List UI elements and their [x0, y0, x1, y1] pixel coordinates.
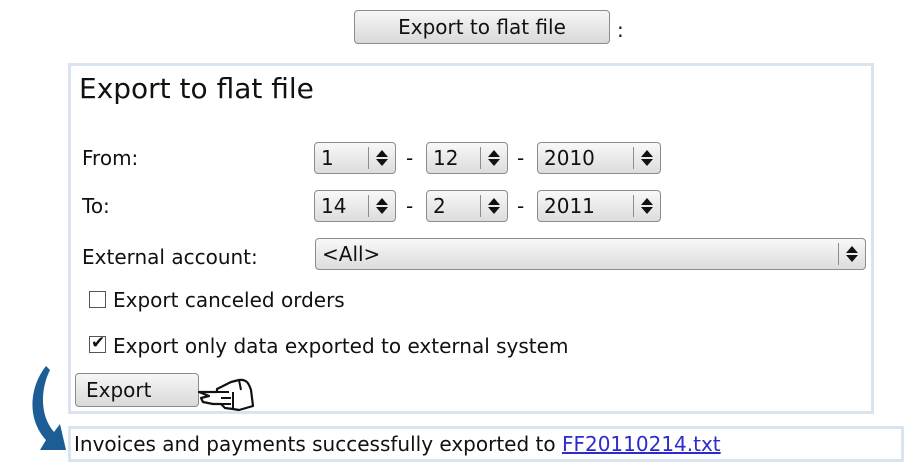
export-panel: Export to flat file From: 1 - 12 - 2010 …: [68, 63, 874, 414]
up-down-arrows-icon: [481, 150, 507, 166]
date-separator: -: [406, 194, 414, 218]
date-separator: -: [406, 146, 414, 170]
from-year-value: 2010: [538, 147, 634, 169]
up-down-arrows-icon: [634, 150, 660, 166]
panel-title: Export to flat file: [79, 72, 314, 105]
up-down-arrows-icon: [369, 198, 395, 214]
result-text: Invoices and payments successfully expor…: [74, 432, 562, 456]
to-day-select[interactable]: 14: [314, 190, 396, 222]
up-down-arrows-icon: [634, 198, 660, 214]
to-month-select[interactable]: 2: [426, 190, 508, 222]
pointing-hand-icon: [197, 378, 255, 412]
date-separator: -: [517, 146, 525, 170]
export-button[interactable]: Export: [75, 373, 199, 407]
export-canceled-orders-label: Export canceled orders: [113, 288, 345, 312]
from-label: From:: [82, 146, 139, 170]
export-only-exported-checkbox[interactable]: [89, 333, 106, 353]
to-year-value: 2011: [538, 195, 634, 217]
export-only-exported-label: Export only data exported to external sy…: [113, 334, 569, 358]
external-account-select[interactable]: <All>: [315, 238, 866, 270]
to-day-value: 14: [315, 195, 369, 217]
to-month-value: 2: [427, 195, 481, 217]
from-day-value: 1: [315, 147, 369, 169]
export-canceled-orders-checkbox[interactable]: [89, 291, 106, 308]
from-month-value: 12: [427, 147, 481, 169]
from-month-select[interactable]: 12: [426, 142, 508, 174]
date-separator: -: [517, 194, 525, 218]
external-account-label: External account:: [82, 245, 258, 269]
colon-text: :: [617, 18, 624, 42]
exported-file-link[interactable]: FF20110214.txt: [562, 432, 721, 456]
from-year-select[interactable]: 2010: [537, 142, 661, 174]
to-label: To:: [82, 194, 110, 218]
to-year-select[interactable]: 2011: [537, 190, 661, 222]
from-day-select[interactable]: 1: [314, 142, 396, 174]
up-down-arrows-icon: [369, 150, 395, 166]
up-down-arrows-icon: [839, 246, 865, 262]
up-down-arrows-icon: [481, 198, 507, 214]
external-account-value: <All>: [316, 243, 839, 265]
export-result-message: Invoices and payments successfully expor…: [68, 426, 904, 462]
export-to-flat-file-button[interactable]: Export to flat file: [354, 10, 610, 44]
